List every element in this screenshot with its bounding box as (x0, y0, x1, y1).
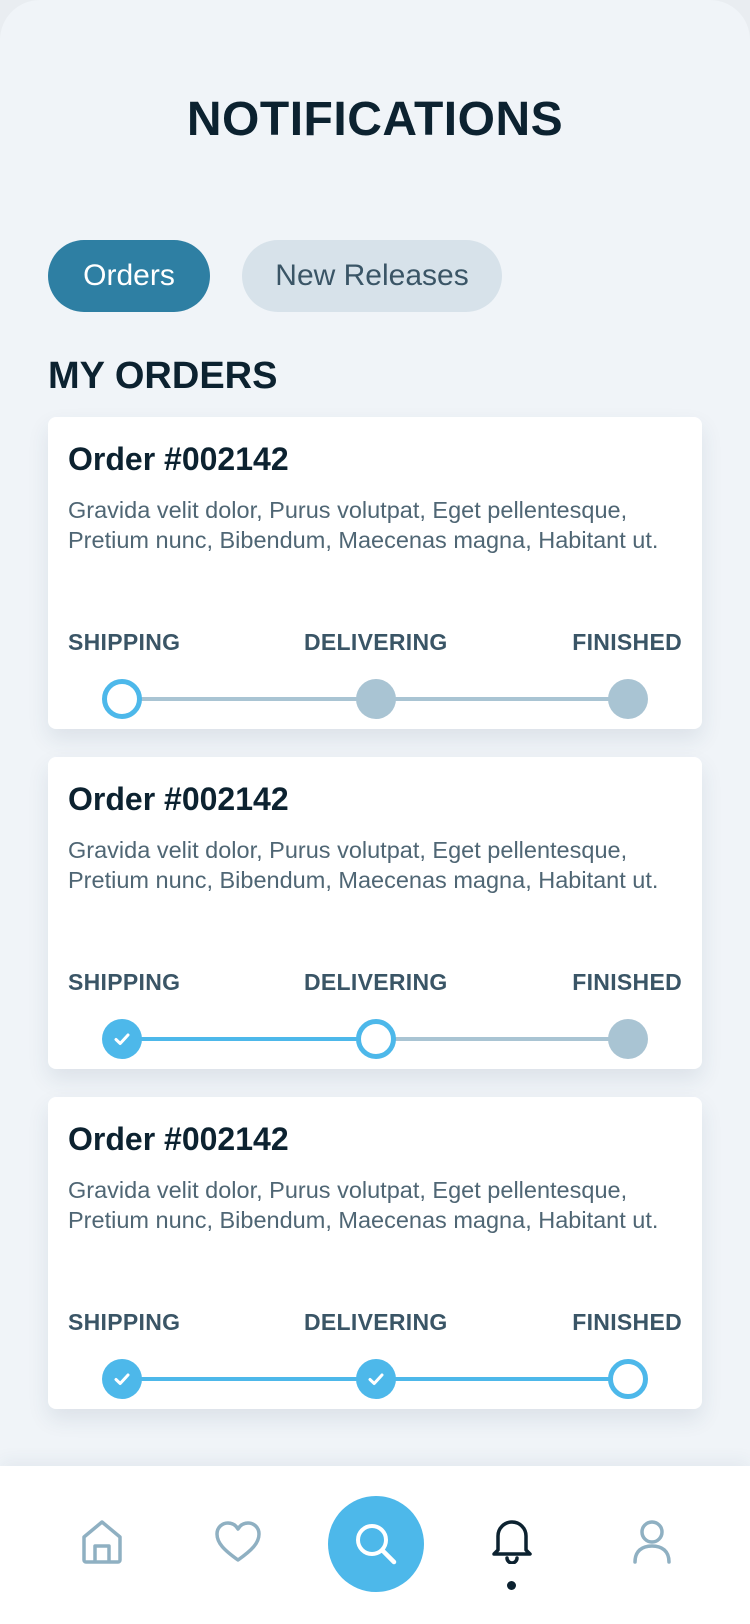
check-icon (368, 1373, 384, 1385)
step-label-finished: FINISHED (572, 969, 682, 995)
order-card[interactable]: Order #002142 Gravida velit dolor, Purus… (48, 1097, 702, 1409)
progress-track (376, 1377, 628, 1381)
step-label-shipping: SHIPPING (68, 969, 181, 995)
order-description: Gravida velit dolor, Purus volutpat, Ege… (68, 837, 659, 893)
step-label-delivering: DELIVERING (304, 629, 448, 655)
order-card[interactable]: Order #002142 Gravida velit dolor, Purus… (48, 757, 702, 1069)
step-node-delivering (356, 1019, 396, 1059)
nav-search-button[interactable] (328, 1496, 424, 1592)
check-icon (114, 1033, 130, 1045)
progress-track (122, 1037, 376, 1041)
step-node-delivering (356, 1359, 396, 1399)
tab-bar: Orders New Releases (48, 240, 502, 312)
nav-home[interactable] (78, 1518, 126, 1566)
user-icon (633, 1520, 671, 1564)
tab-orders[interactable]: Orders (48, 240, 210, 312)
notifications-screen: NOTIFICATIONS Orders New Releases MY ORD… (0, 0, 750, 1624)
progress-track (376, 1037, 628, 1041)
step-node-shipping (102, 1019, 142, 1059)
bottom-nav (0, 1466, 750, 1624)
order-card[interactable]: Order #002142 Gravida velit dolor, Purus… (48, 417, 702, 729)
active-indicator-dot (507, 1581, 516, 1590)
progress-track (376, 697, 628, 701)
progress-track (122, 697, 376, 701)
home-icon (82, 1520, 122, 1564)
section-title: MY ORDERS (48, 355, 278, 397)
step-node-finished (608, 1359, 648, 1399)
step-node-delivering (356, 679, 396, 719)
order-description: Gravida velit dolor, Purus volutpat, Ege… (68, 497, 659, 553)
step-label-shipping: SHIPPING (68, 1309, 181, 1335)
step-label-finished: FINISHED (572, 629, 682, 655)
step-node-finished (608, 679, 648, 719)
step-label-delivering: DELIVERING (304, 969, 448, 995)
order-title: Order #002142 (68, 441, 289, 477)
order-description: Gravida velit dolor, Purus volutpat, Ege… (68, 1177, 659, 1233)
nav-favorites[interactable] (214, 1518, 262, 1566)
tab-new-releases[interactable]: New Releases (242, 240, 502, 312)
step-node-shipping (102, 1359, 142, 1399)
step-node-finished (608, 1019, 648, 1059)
step-node-shipping (102, 679, 142, 719)
step-label-finished: FINISHED (572, 1309, 682, 1335)
search-icon (356, 1524, 397, 1565)
bell-icon (492, 1520, 532, 1564)
heart-icon (215, 1521, 261, 1562)
nav-profile[interactable] (628, 1518, 676, 1566)
progress-track (122, 1377, 376, 1381)
order-title: Order #002142 (68, 1121, 289, 1157)
order-title: Order #002142 (68, 781, 289, 817)
step-label-delivering: DELIVERING (304, 1309, 448, 1335)
nav-notifications[interactable] (488, 1516, 536, 1564)
check-icon (114, 1373, 130, 1385)
page-title: NOTIFICATIONS (186, 93, 564, 146)
step-label-shipping: SHIPPING (68, 629, 181, 655)
